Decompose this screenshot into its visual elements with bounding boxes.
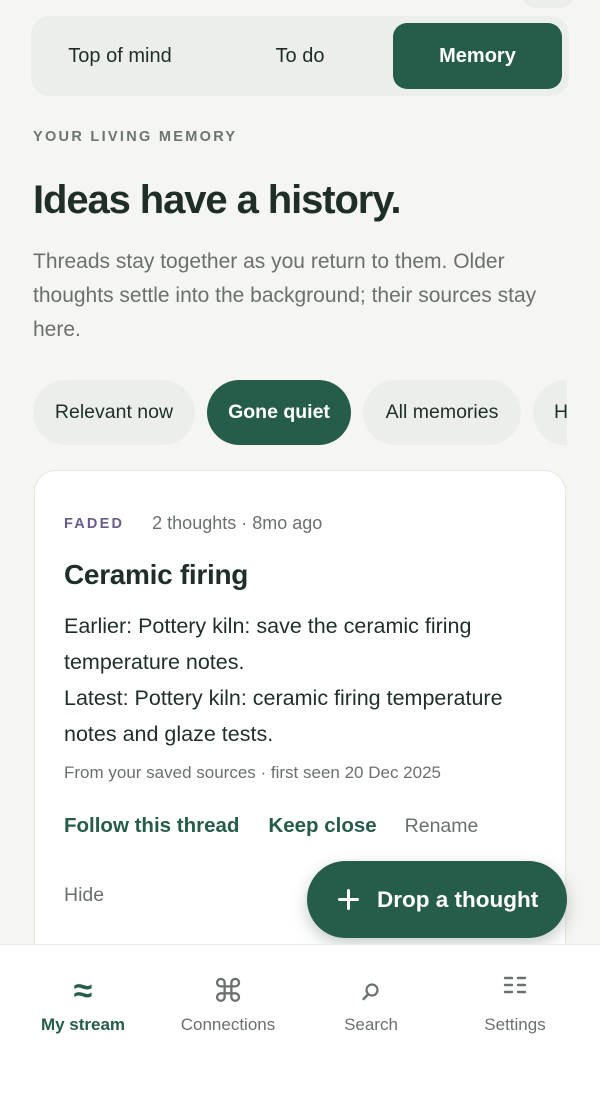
follow-thread-button[interactable]: Follow this thread bbox=[64, 814, 239, 838]
card-earlier-text: Earlier: Pottery kiln: save the ceramic … bbox=[64, 614, 472, 674]
filter-chips: Relevant now Gone quiet All memories H bbox=[0, 380, 567, 446]
section-description: Threads stay together as you return to t… bbox=[33, 250, 537, 341]
bottom-nav: ≈ My stream ⌘ Connections Search Setting… bbox=[0, 944, 600, 1096]
card-meta-text: 2 thoughts · 8mo ago bbox=[152, 513, 323, 533]
settings-list-icon bbox=[440, 971, 590, 1011]
status-badge: FADED bbox=[64, 515, 125, 532]
filter-all-memories[interactable]: All memories bbox=[363, 380, 521, 445]
hide-button[interactable]: Hide bbox=[64, 884, 104, 907]
drop-thought-label: Drop a thought bbox=[377, 886, 539, 912]
card-body: Earlier: Pottery kiln: save the ceramic … bbox=[64, 608, 544, 752]
nav-search-label: Search bbox=[344, 1015, 398, 1034]
nav-connections-label: Connections bbox=[180, 1015, 276, 1034]
card-meta: FADED 2 thoughts · 8mo ago bbox=[64, 513, 322, 534]
nav-connections[interactable]: ⌘ Connections bbox=[153, 945, 303, 1055]
card-latest-text: Latest: Pottery kiln: ceramic firing tem… bbox=[64, 686, 503, 746]
drop-thought-button[interactable]: Drop a thought bbox=[307, 861, 567, 938]
nav-settings-label: Settings bbox=[484, 1015, 546, 1034]
rename-button[interactable]: Rename bbox=[405, 815, 479, 838]
page-title: Ideas have a history. bbox=[33, 178, 402, 222]
nav-my-stream-label: My stream bbox=[40, 1015, 126, 1034]
keep-close-button[interactable]: Keep close bbox=[268, 814, 376, 838]
card-actions: Follow this thread Keep close Rename bbox=[64, 814, 478, 838]
card-title: Ceramic firing bbox=[64, 559, 249, 590]
filter-partial-chip[interactable]: H bbox=[533, 380, 567, 445]
section-kicker: YOUR LIVING MEMORY bbox=[33, 129, 238, 145]
tab-top-of-mind[interactable]: Top of mind bbox=[40, 23, 200, 89]
card-source: From your saved sources · first seen 20 … bbox=[64, 763, 441, 782]
filter-relevant-now[interactable]: Relevant now bbox=[33, 380, 195, 445]
search-icon bbox=[296, 975, 446, 1011]
top-edge-shape bbox=[522, 0, 574, 8]
tab-memory[interactable]: Memory bbox=[393, 23, 562, 89]
command-icon: ⌘ bbox=[212, 973, 244, 1009]
view-tabs: Top of mind To do Memory bbox=[31, 16, 569, 96]
tab-to-do[interactable]: To do bbox=[210, 23, 390, 89]
filter-gone-quiet[interactable]: Gone quiet bbox=[207, 380, 351, 445]
nav-search[interactable]: Search bbox=[296, 945, 446, 1055]
nav-my-stream[interactable]: ≈ My stream bbox=[8, 945, 158, 1055]
nav-settings[interactable]: Settings bbox=[440, 945, 590, 1055]
plus-icon bbox=[338, 889, 359, 910]
waves-icon: ≈ bbox=[73, 972, 93, 1010]
